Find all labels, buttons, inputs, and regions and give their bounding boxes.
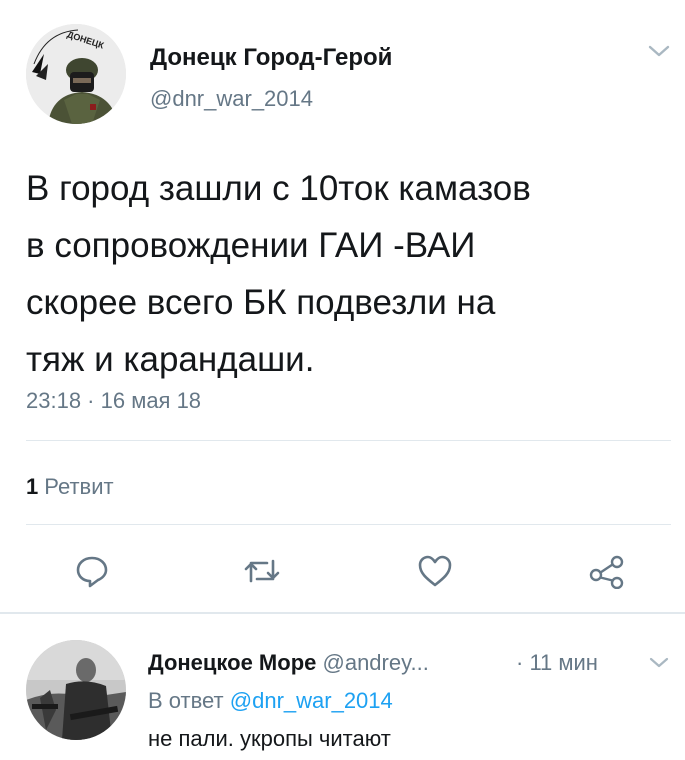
main-tweet: ДОНЕЦК Донецк Город-Герой @dnr_war_2014 … — [0, 0, 685, 612]
chevron-down-icon[interactable] — [648, 654, 670, 672]
reply-icon — [74, 553, 110, 594]
retweet-icon — [242, 553, 282, 594]
reply-author-avatar[interactable] — [26, 640, 126, 740]
reply-time[interactable]: · 11 мин — [516, 650, 598, 676]
author-avatar[interactable]: ДОНЕЦК — [26, 24, 126, 124]
tweet-text-line: скорее всего БК подвезли на — [26, 283, 496, 322]
in-reply-to-label: В ответ — [148, 688, 224, 713]
tweet-text-line: в сопровождении ГАИ -ВАИ — [26, 226, 476, 265]
share-button[interactable] — [585, 553, 629, 593]
share-icon — [588, 553, 626, 594]
in-reply-to: В ответ @dnr_war_2014 — [148, 688, 393, 714]
divider — [26, 440, 671, 441]
author-name[interactable]: Донецк Город-Герой — [150, 44, 392, 72]
retweet-button[interactable] — [240, 553, 284, 593]
retweet-stats[interactable]: 1 Ретвит — [26, 474, 114, 500]
retweet-count: 1 — [26, 474, 39, 499]
reply-text: не пали. укропы читают — [148, 726, 391, 751]
reply-author-name[interactable]: Донецкое Море — [148, 650, 316, 675]
heart-icon — [416, 553, 454, 594]
soldier-avatar-image: ДОНЕЦК — [26, 24, 126, 124]
tweet-text-line: тяж и карандаши. — [26, 340, 315, 379]
reply-header: Донецкое Море @andrey... — [148, 650, 429, 676]
like-button[interactable] — [413, 553, 457, 593]
tweet-text-line: В город зашли с 10ток камазов — [26, 169, 531, 208]
tweet-timestamp[interactable]: 23:18 · 16 мая 18 — [26, 388, 201, 414]
divider — [26, 524, 671, 525]
author-handle[interactable]: @dnr_war_2014 — [150, 86, 313, 112]
soldiers-avatar-image — [26, 640, 126, 740]
reply-author-handle[interactable]: @andrey... — [323, 650, 429, 675]
reply-button[interactable] — [70, 553, 114, 593]
chevron-down-icon[interactable] — [646, 40, 672, 62]
retweet-label: Ретвит — [44, 474, 114, 499]
in-reply-to-handle[interactable]: @dnr_war_2014 — [230, 688, 393, 713]
reply-tweet[interactable]: Донецкое Море @andrey... · 11 мин В отве… — [0, 614, 685, 760]
tweet-text: В город зашли с 10ток камазов в сопровож… — [26, 160, 666, 388]
